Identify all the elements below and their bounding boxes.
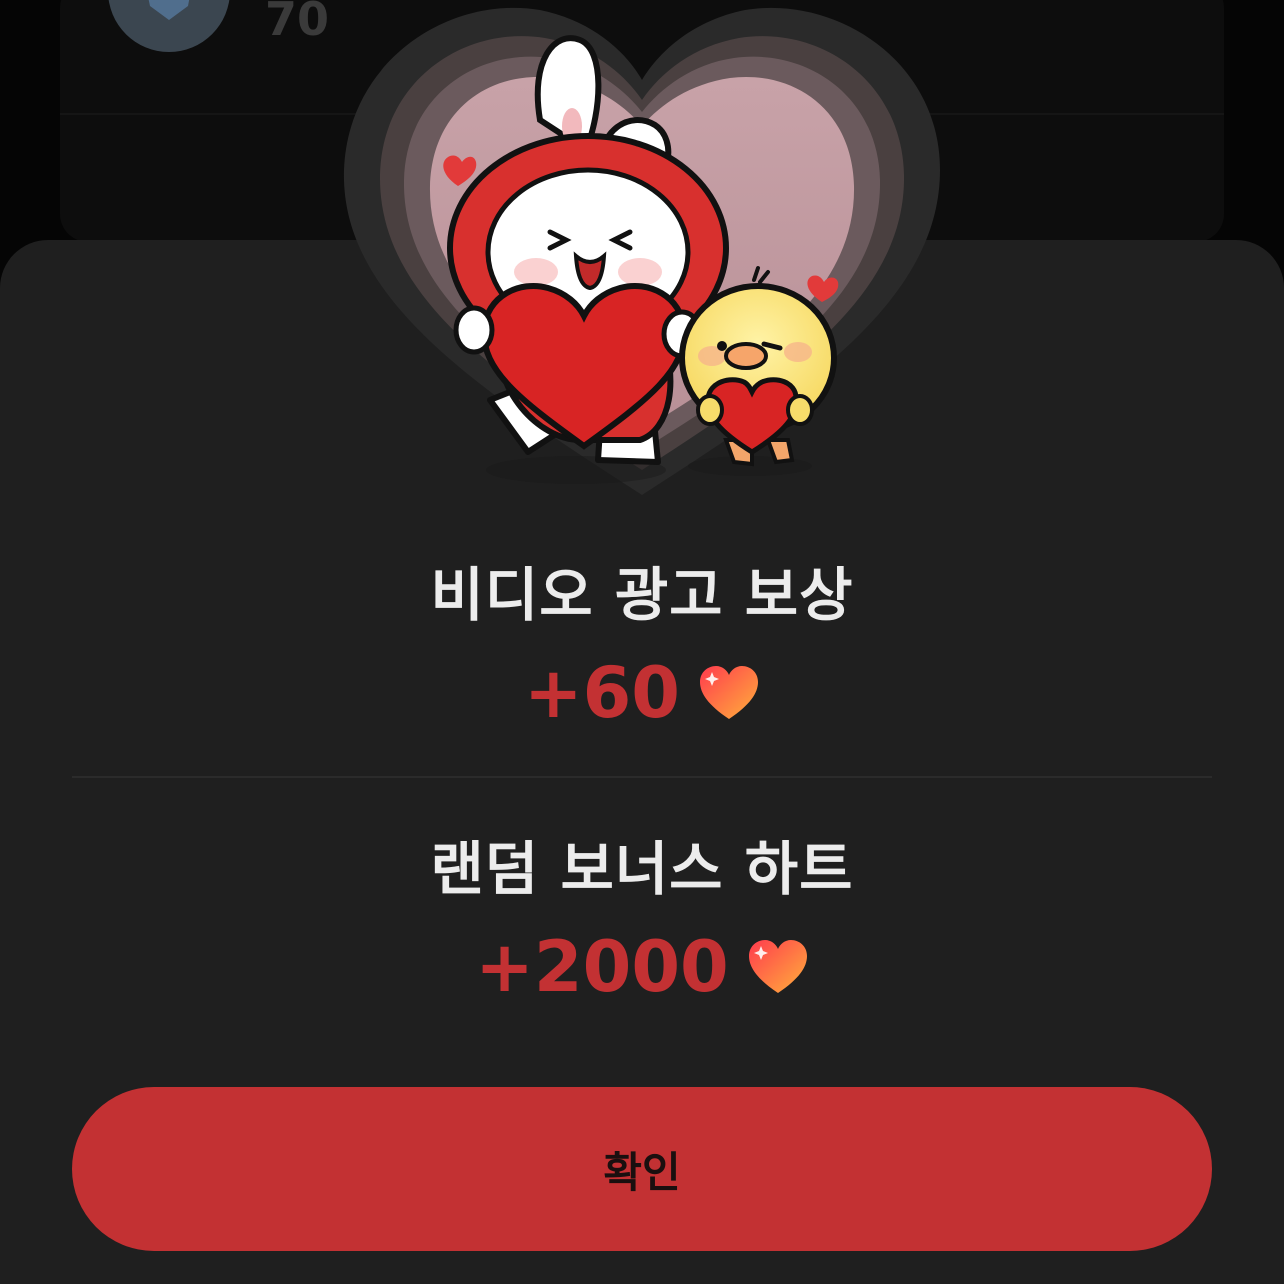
heart-icon [748,940,807,993]
background-count: 70 [265,0,330,46]
screen: 70 비디오 광고 보상 +60 랜덤 보너스 하트 +2000 확인 [0,0,1284,1284]
reward-divider [72,776,1212,778]
bunny-chick-heart-illustration [343,7,940,495]
reward-amount-video-ad: +60 [0,652,1284,734]
badge-icon [148,0,190,20]
heart-icon [700,666,759,719]
reward-amount-random-bonus: +2000 [0,926,1284,1008]
reward-amount-value: +2000 [475,926,729,1008]
reward-amount-value: +60 [523,652,681,734]
reward-title-video-ad: 비디오 광고 보상 [430,561,854,629]
confirm-button[interactable]: 확인 [72,1087,1212,1251]
reward-title-random-bonus: 랜덤 보너스 하트 [430,835,854,903]
